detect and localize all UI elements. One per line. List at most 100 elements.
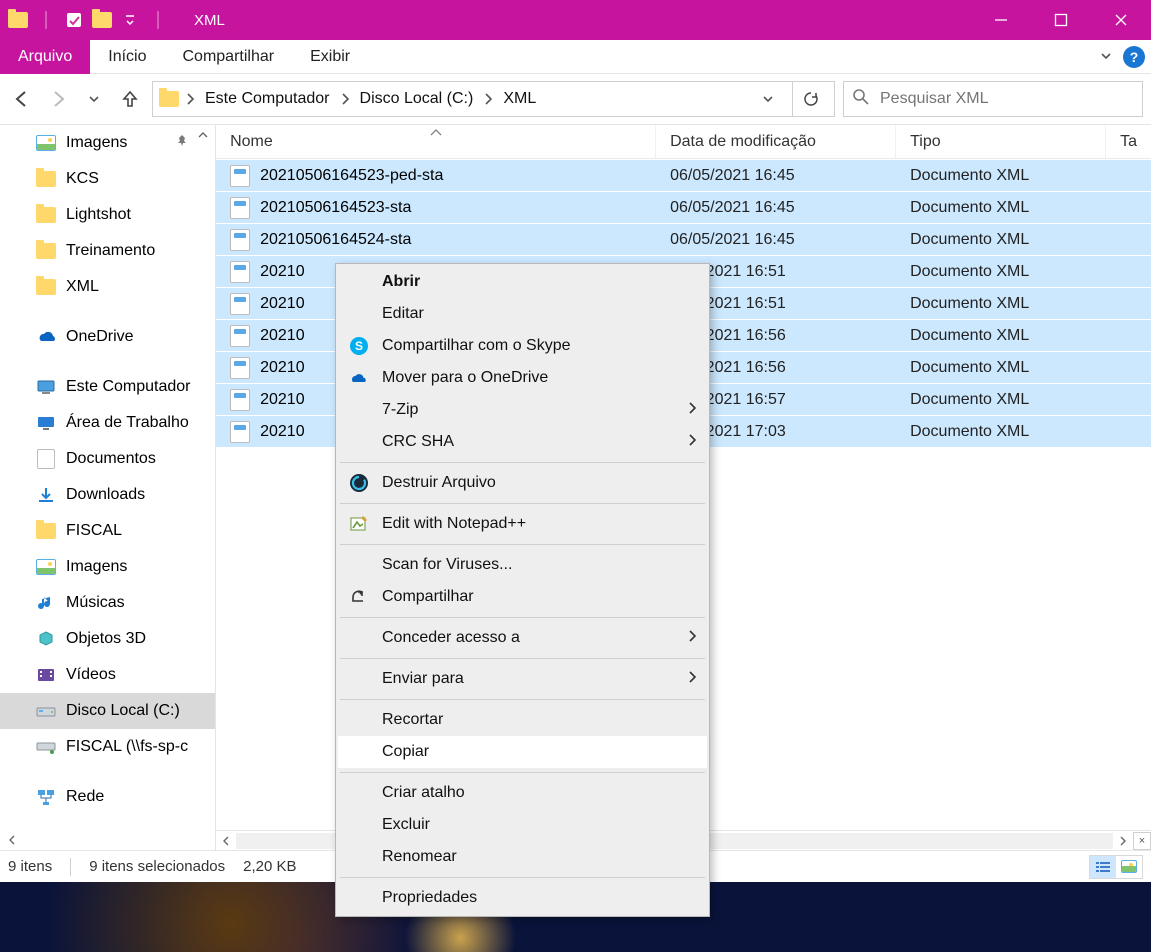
qat-dropdown-icon[interactable] bbox=[118, 8, 142, 32]
file-date: 06/05/2021 16:45 bbox=[656, 167, 896, 185]
context-menu-label: Scan for Viruses... bbox=[382, 556, 512, 574]
context-menu-item[interactable]: Renomear bbox=[338, 841, 707, 873]
tab-compartilhar[interactable]: Compartilhar bbox=[165, 40, 293, 74]
context-menu-item[interactable]: Copiar bbox=[338, 736, 707, 768]
search-box[interactable] bbox=[843, 81, 1143, 117]
npp-icon bbox=[348, 513, 370, 535]
tab-arquivo[interactable]: Arquivo bbox=[0, 40, 90, 74]
folder-icon bbox=[36, 277, 56, 297]
music-icon bbox=[36, 593, 56, 613]
close-button[interactable] bbox=[1091, 0, 1151, 40]
refresh-button[interactable] bbox=[792, 82, 828, 116]
tree-item[interactable]: XML bbox=[0, 269, 215, 305]
context-menu-item[interactable]: Enviar para bbox=[338, 663, 707, 695]
xml-file-icon bbox=[230, 421, 250, 443]
tab-exibir[interactable]: Exibir bbox=[292, 40, 368, 74]
ribbon-collapse-icon[interactable] bbox=[1099, 49, 1115, 65]
qat-properties-icon[interactable] bbox=[62, 8, 86, 32]
context-menu-item[interactable]: Abrir bbox=[338, 266, 707, 298]
tree-item[interactable]: FISCAL bbox=[0, 513, 215, 549]
column-type[interactable]: Tipo bbox=[896, 125, 1106, 158]
file-name: 20210 bbox=[260, 391, 305, 409]
column-size[interactable]: Ta bbox=[1106, 125, 1151, 158]
file-row[interactable]: 20210506164524-sta06/05/2021 16:45Docume… bbox=[216, 223, 1151, 255]
pin-icon bbox=[175, 134, 189, 153]
chevron-right-icon[interactable] bbox=[185, 92, 195, 106]
context-menu-label: Abrir bbox=[382, 273, 420, 291]
column-headers: Nome Data de modificação Tipo Ta bbox=[216, 125, 1151, 159]
xml-file-icon bbox=[230, 389, 250, 411]
file-name: 20210 bbox=[260, 263, 305, 281]
context-menu-item[interactable]: Mover para o OneDrive bbox=[338, 362, 707, 394]
forward-button[interactable] bbox=[44, 85, 72, 113]
folder-icon bbox=[36, 169, 56, 189]
recent-dropdown[interactable] bbox=[80, 85, 108, 113]
file-name: 20210506164524-sta bbox=[260, 231, 411, 249]
tree-item[interactable]: Imagens bbox=[0, 549, 215, 585]
scroll-right-icon[interactable] bbox=[1113, 831, 1133, 851]
context-menu-item[interactable]: SCompartilhar com o Skype bbox=[338, 330, 707, 362]
tree-item[interactable]: Disco Local (C:) bbox=[0, 693, 215, 729]
file-date: 06/05/2021 16:45 bbox=[656, 199, 896, 217]
context-menu-item[interactable]: Propriedades bbox=[338, 882, 707, 914]
qat-divider bbox=[34, 8, 58, 32]
context-menu-item[interactable]: Excluir bbox=[338, 809, 707, 841]
context-menu-item[interactable]: Edit with Notepad++ bbox=[338, 508, 707, 540]
column-name[interactable]: Nome bbox=[216, 125, 656, 158]
tree-item[interactable]: Rede bbox=[0, 779, 215, 815]
view-thumbnails-button[interactable] bbox=[1116, 856, 1142, 878]
chevron-right-icon[interactable] bbox=[340, 92, 350, 106]
breadcrumb-item[interactable]: XML bbox=[499, 90, 540, 108]
context-menu-item[interactable]: Destruir Arquivo bbox=[338, 467, 707, 499]
tree-item[interactable]: Downloads bbox=[0, 477, 215, 513]
folder-icon bbox=[36, 241, 56, 261]
tab-inicio[interactable]: Início bbox=[90, 40, 164, 74]
file-row[interactable]: 20210506164523-ped-sta06/05/2021 16:45Do… bbox=[216, 159, 1151, 191]
context-menu-item[interactable]: Criar atalho bbox=[338, 777, 707, 809]
help-icon[interactable]: ? bbox=[1123, 46, 1145, 68]
tree-item[interactable]: Este Computador bbox=[0, 369, 215, 405]
chevron-right-icon[interactable] bbox=[483, 92, 493, 106]
context-menu-item[interactable]: Compartilhar bbox=[338, 581, 707, 613]
ribbon: Arquivo Início Compartilhar Exibir ? bbox=[0, 40, 1151, 74]
tree-item[interactable]: KCS bbox=[0, 161, 215, 197]
tree-item[interactable]: OneDrive bbox=[0, 319, 215, 355]
file-row[interactable]: 20210506164523-sta06/05/2021 16:45Docume… bbox=[216, 191, 1151, 223]
tree-item-label: FISCAL (\\fs-sp-c bbox=[66, 738, 188, 756]
context-menu-item[interactable]: Scan for Viruses... bbox=[338, 549, 707, 581]
context-menu-item[interactable]: Recortar bbox=[338, 704, 707, 736]
tree-item[interactable]: Área de Trabalho bbox=[0, 405, 215, 441]
tree-item[interactable]: Objetos 3D bbox=[0, 621, 215, 657]
minimize-button[interactable] bbox=[971, 0, 1031, 40]
xml-file-icon bbox=[230, 229, 250, 251]
maximize-button[interactable] bbox=[1031, 0, 1091, 40]
tree-item-label: Este Computador bbox=[66, 378, 191, 396]
scroll-left-icon[interactable] bbox=[4, 832, 20, 848]
xml-file-icon bbox=[230, 165, 250, 187]
tree-item[interactable]: Documentos bbox=[0, 441, 215, 477]
tree-item[interactable]: Músicas bbox=[0, 585, 215, 621]
tree-item[interactable]: Lightshot bbox=[0, 197, 215, 233]
breadcrumb-item[interactable]: Este Computador bbox=[201, 90, 334, 108]
search-input[interactable] bbox=[880, 90, 1134, 108]
context-menu-item[interactable]: CRC SHA bbox=[338, 426, 707, 458]
netdrive-icon bbox=[36, 737, 56, 757]
context-menu-item[interactable]: Editar bbox=[338, 298, 707, 330]
back-button[interactable] bbox=[8, 85, 36, 113]
scroll-up-icon[interactable] bbox=[195, 127, 211, 143]
tree-item[interactable]: Imagens bbox=[0, 125, 215, 161]
onedrive-icon bbox=[36, 327, 56, 347]
address-dropdown[interactable] bbox=[750, 82, 786, 116]
column-date[interactable]: Data de modificação bbox=[656, 125, 896, 158]
tree-item[interactable]: Treinamento bbox=[0, 233, 215, 269]
tree-item-label: Downloads bbox=[66, 486, 145, 504]
context-menu-item[interactable]: Conceder acesso a bbox=[338, 622, 707, 654]
up-button[interactable] bbox=[116, 85, 144, 113]
address-bar[interactable]: Este Computador Disco Local (C:) XML bbox=[152, 81, 835, 117]
breadcrumb-item[interactable]: Disco Local (C:) bbox=[356, 90, 478, 108]
context-menu-item[interactable]: 7-Zip bbox=[338, 394, 707, 426]
tree-item[interactable]: Vídeos bbox=[0, 657, 215, 693]
tree-item[interactable]: FISCAL (\\fs-sp-c bbox=[0, 729, 215, 765]
view-details-button[interactable] bbox=[1090, 856, 1116, 878]
scroll-left-icon[interactable] bbox=[216, 831, 236, 851]
